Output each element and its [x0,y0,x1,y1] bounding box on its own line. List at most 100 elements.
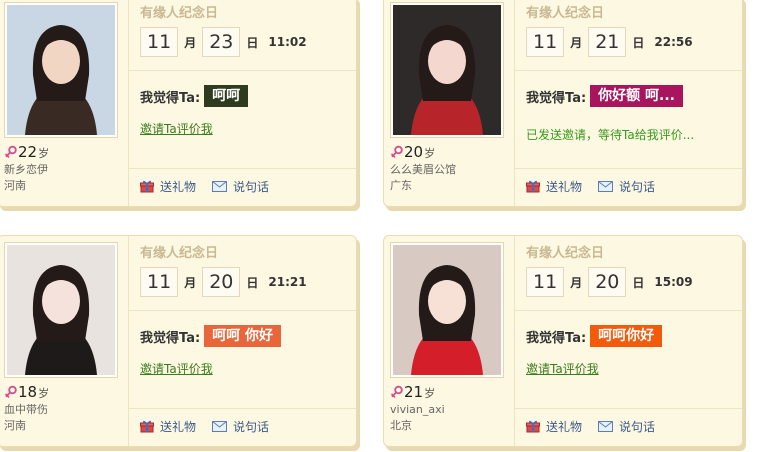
month-unit: 月 [184,35,197,50]
send-gift-button[interactable]: 送礼物 [140,418,196,435]
send-message-button[interactable]: 说句话 [598,178,655,195]
action-bar: 送礼物 说句话 [526,418,671,435]
month-box: 11 [526,267,565,297]
gift-icon [140,420,154,433]
send-message-label: 说句话 [619,180,656,194]
nickname[interactable]: 么么美眉公馆 [390,162,510,178]
day-box: 21 [588,27,627,57]
impression-tag: 呵呵 你好 [204,325,282,347]
impression-label: 我觉得Ta: [526,90,587,106]
age-value: 21 [404,383,424,401]
anniversary-title: 有缘人纪念日 [526,6,605,21]
age-unit: 岁 [424,147,436,160]
send-message-button[interactable]: 说句话 [598,418,655,435]
city: 河南 [4,179,26,192]
envelope-icon [212,181,228,192]
send-gift-button[interactable]: 送礼物 [526,178,582,195]
age-value: 18 [18,383,38,401]
row-divider [129,168,356,169]
nickname[interactable]: 新乡恋伊 [4,162,124,178]
female-icon [4,145,17,158]
column-divider [128,0,129,206]
impression-row: 我觉得Ta: 呵呵你好 [526,325,663,347]
send-message-label: 说句话 [233,420,270,434]
time-text: 11:02 [268,35,307,49]
match-card: 18岁 血中带伤 河南 有缘人纪念日 11 月 20 日 21:21 我觉得Ta: 呵呵 你好 邀请T… [0,235,357,447]
impression-row: 我觉得Ta: 呵呵 [140,85,249,107]
row-divider [515,408,742,409]
profile-photo[interactable] [4,242,118,378]
gift-icon [526,420,540,433]
send-gift-label: 送礼物 [546,180,583,194]
city: 河南 [4,419,26,432]
city: 广东 [390,179,412,192]
time-text: 22:56 [654,35,693,49]
profile-photo[interactable] [390,2,504,138]
age-unit: 岁 [38,387,50,400]
impression-tag: 呵呵 [204,85,249,107]
anniversary-date: 11 月 23 日 11:02 [140,26,307,58]
anniversary-title: 有缘人纪念日 [526,246,605,261]
row-divider [129,310,356,311]
age-unit: 岁 [424,387,436,400]
female-icon [390,385,403,398]
send-gift-label: 送礼物 [546,420,583,434]
send-gift-button[interactable]: 送礼物 [140,178,196,195]
gift-icon [526,180,540,193]
send-message-button[interactable]: 说句话 [212,178,269,195]
column-divider [514,236,515,446]
impression-label: 我觉得Ta: [140,90,201,106]
time-text: 15:09 [654,275,693,289]
invite-rating-link[interactable]: 邀请Ta评价我 [140,120,213,137]
anniversary-title: 有缘人纪念日 [140,246,219,261]
invite-status-text: 已发送邀请，等待Ta给我评价... [526,128,695,142]
send-message-button[interactable]: 说句话 [212,418,269,435]
month-unit: 月 [570,35,583,50]
day-unit: 日 [246,35,259,50]
month-box: 11 [140,267,179,297]
anniversary-date: 11 月 20 日 15:09 [526,266,693,298]
month-unit: 月 [184,275,197,290]
action-bar: 送礼物 说句话 [140,418,285,435]
match-card: 22岁 新乡恋伊 河南 有缘人纪念日 11 月 23 日 11:02 我觉得Ta: 呵呵 邀请Ta评价… [0,0,357,207]
city: 北京 [390,419,412,432]
day-unit: 日 [632,275,645,290]
day-box: 23 [202,27,241,57]
send-gift-label: 送礼物 [160,180,197,194]
day-unit: 日 [632,35,645,50]
nickname[interactable]: vivian_axi [390,402,510,418]
month-box: 11 [140,27,179,57]
send-gift-button[interactable]: 送礼物 [526,418,582,435]
impression-row: 我觉得Ta: 呵呵 你好 [140,325,282,347]
month-unit: 月 [570,275,583,290]
impression-label: 我觉得Ta: [526,330,587,346]
row-divider [129,408,356,409]
send-message-label: 说句话 [619,420,656,434]
month-box: 11 [526,27,565,57]
envelope-icon [212,421,228,432]
envelope-icon [598,421,614,432]
impression-label: 我觉得Ta: [140,330,201,346]
row-divider [515,70,742,71]
action-bar: 送礼物 说句话 [526,178,671,195]
profile-photo[interactable] [4,2,118,138]
time-text: 21:21 [268,275,307,289]
gift-icon [140,180,154,193]
day-box: 20 [202,267,241,297]
female-icon [390,145,403,158]
invite-rating-link[interactable]: 邀请Ta评价我 [526,360,599,377]
impression-tag: 你好额 呵... [590,85,684,107]
profile-info: 18岁血中带伤 河南 [4,382,124,434]
invite-rating-link[interactable]: 邀请Ta评价我 [140,360,213,377]
match-card: 21岁 vivian_axi 北京 有缘人纪念日 11 月 20 日 15:09 我觉得Ta: 呵呵… [383,235,743,447]
age-value: 20 [404,143,424,161]
profile-info: 20岁么么美眉公馆 广东 [390,142,510,194]
row-divider [129,70,356,71]
profile-info: 22岁 新乡恋伊 河南 [4,142,124,194]
profile-photo[interactable] [390,242,504,378]
age-value: 22 [18,143,38,161]
impression-tag: 呵呵你好 [590,325,663,347]
anniversary-date: 11 月 20 日 21:21 [140,266,307,298]
nickname[interactable]: 血中带伤 [4,402,124,418]
send-message-label: 说句话 [233,180,270,194]
